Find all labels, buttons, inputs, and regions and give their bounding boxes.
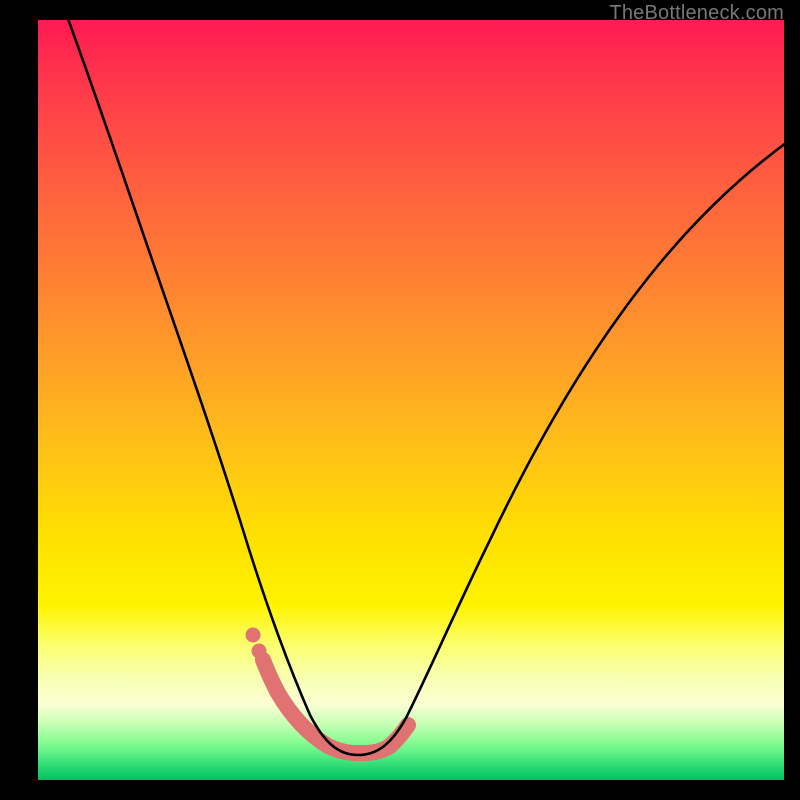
plot-area [38, 20, 784, 780]
optimal-range-highlight [263, 660, 408, 753]
highlight-dot [252, 644, 267, 659]
watermark-text: TheBottleneck.com [609, 2, 784, 25]
bottleneck-curve [64, 8, 790, 755]
chart-svg [38, 20, 784, 780]
chart-canvas: TheBottleneck.com [0, 0, 800, 800]
highlight-dot [246, 628, 261, 643]
